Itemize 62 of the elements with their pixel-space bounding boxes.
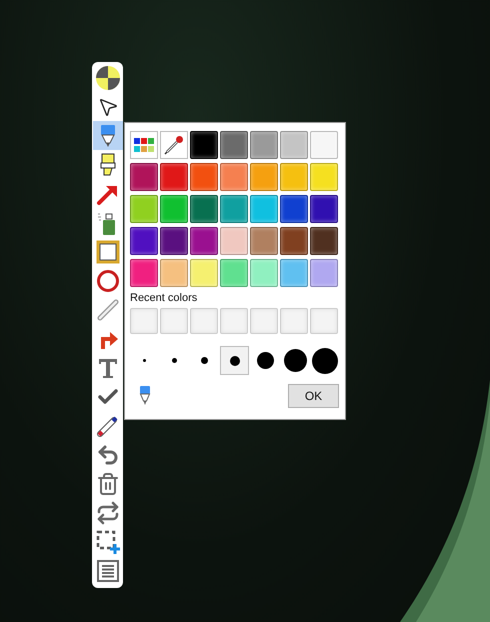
color-swatch[interactable] <box>280 195 308 223</box>
color-swatch[interactable] <box>160 195 188 223</box>
color-swatch[interactable] <box>280 227 308 255</box>
recent-color-slot[interactable] <box>280 308 308 334</box>
color-swatch[interactable] <box>190 195 218 223</box>
color-swatch[interactable] <box>130 259 158 287</box>
color-swatch[interactable] <box>310 163 338 191</box>
color-swatch[interactable] <box>250 195 278 223</box>
color-swatch[interactable] <box>250 131 278 159</box>
color-swatch[interactable] <box>190 131 218 159</box>
palette-icon <box>133 136 155 154</box>
color-swatch[interactable] <box>220 259 248 287</box>
rectangle-icon <box>96 240 120 264</box>
recent-colors-label: Recent colors <box>130 291 198 305</box>
recent-color-slot[interactable] <box>310 308 338 334</box>
pencil-icon <box>96 414 120 438</box>
color-swatch[interactable] <box>220 227 248 255</box>
color-swatch[interactable] <box>160 227 188 255</box>
marker-icon <box>139 386 151 406</box>
color-swatch[interactable] <box>280 163 308 191</box>
recent-color-slot[interactable] <box>190 308 218 334</box>
color-swatch[interactable] <box>130 227 158 255</box>
recent-color-slot[interactable] <box>160 308 188 334</box>
eyedropper-icon <box>163 134 185 156</box>
palette-swatch[interactable] <box>130 131 158 159</box>
color-swatch[interactable] <box>250 163 278 191</box>
trash-icon <box>96 472 120 496</box>
color-swatch[interactable] <box>160 163 188 191</box>
color-swatch[interactable] <box>190 163 218 191</box>
text-tool-icon <box>96 356 118 378</box>
repeat-icon <box>96 500 120 524</box>
color-swatch[interactable] <box>310 259 338 287</box>
color-swatch[interactable] <box>220 131 248 159</box>
color-swatch[interactable] <box>310 195 338 223</box>
marker-icon <box>98 124 116 148</box>
ok-button[interactable]: OK <box>288 384 339 408</box>
color-swatch[interactable] <box>250 259 278 287</box>
menu-icon <box>96 558 120 582</box>
color-swatch[interactable] <box>190 259 218 287</box>
color-swatch[interactable] <box>220 163 248 191</box>
recent-color-slot[interactable] <box>250 308 278 334</box>
color-swatch[interactable] <box>280 259 308 287</box>
color-swatch[interactable] <box>130 163 158 191</box>
recent-color-slot[interactable] <box>130 308 158 334</box>
selection-add-icon <box>96 530 120 554</box>
color-swatch[interactable] <box>220 195 248 223</box>
color-swatch[interactable] <box>250 227 278 255</box>
undo-icon <box>96 442 120 466</box>
color-swatch[interactable] <box>310 227 338 255</box>
color-swatch[interactable] <box>310 131 338 159</box>
color-swatch[interactable] <box>190 227 218 255</box>
brush-size-option[interactable] <box>220 346 250 375</box>
eyedropper-swatch[interactable] <box>160 131 188 159</box>
line-icon <box>96 298 120 322</box>
tool-button[interactable] <box>92 121 122 150</box>
color-swatch[interactable] <box>160 259 188 287</box>
color-swatch[interactable] <box>130 195 158 223</box>
color-swatch[interactable] <box>280 131 308 159</box>
color-wheel-icon <box>94 64 120 90</box>
recent-color-slot[interactable] <box>220 308 248 334</box>
circle-icon <box>96 268 120 292</box>
highlighter-icon <box>98 152 116 176</box>
